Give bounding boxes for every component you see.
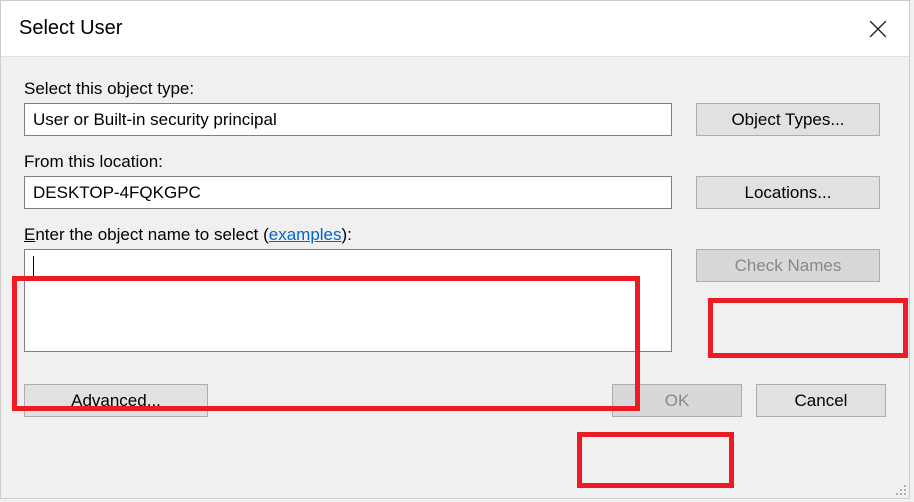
resize-grip-icon — [893, 482, 907, 496]
text-caret — [33, 256, 34, 276]
object-type-label: Select this object type: — [24, 79, 886, 99]
ok-cancel-group: OK Cancel — [612, 384, 886, 417]
advanced-button[interactable]: Advanced... — [24, 384, 208, 417]
object-name-label-rest: nter the object name to select ( — [35, 225, 268, 244]
object-name-label-underline: E — [24, 225, 35, 244]
title-bar: Select User — [1, 1, 909, 57]
object-name-input[interactable] — [24, 249, 672, 352]
highlight-ok — [577, 432, 734, 488]
dialog-content: Select this object type: User or Built-i… — [1, 57, 909, 433]
object-name-row: Check Names — [24, 249, 886, 356]
resize-grip[interactable] — [893, 482, 907, 496]
ok-button[interactable]: OK — [612, 384, 742, 417]
bottom-button-row: Advanced... OK Cancel — [24, 384, 886, 417]
close-button[interactable] — [853, 9, 903, 49]
check-names-button[interactable]: Check Names — [696, 249, 880, 282]
object-name-label: Enter the object name to select (example… — [24, 225, 886, 245]
location-group: From this location: DESKTOP-4FQKGPC Loca… — [24, 152, 886, 209]
object-type-group: Select this object type: User or Built-i… — [24, 79, 886, 136]
locations-button[interactable]: Locations... — [696, 176, 880, 209]
location-label: From this location: — [24, 152, 886, 172]
close-icon — [869, 20, 887, 38]
object-type-value: User or Built-in security principal — [24, 103, 672, 136]
location-row: DESKTOP-4FQKGPC Locations... — [24, 176, 886, 209]
examples-link[interactable]: examples — [269, 225, 342, 244]
object-name-group: Enter the object name to select (example… — [24, 225, 886, 356]
object-name-label-suffix: ): — [342, 225, 352, 244]
object-types-button[interactable]: Object Types... — [696, 103, 880, 136]
cancel-button[interactable]: Cancel — [756, 384, 886, 417]
dialog-title: Select User — [19, 17, 122, 40]
object-type-row: User or Built-in security principal Obje… — [24, 103, 886, 136]
location-value: DESKTOP-4FQKGPC — [24, 176, 672, 209]
select-user-dialog: Select User Select this object type: Use… — [0, 0, 910, 499]
